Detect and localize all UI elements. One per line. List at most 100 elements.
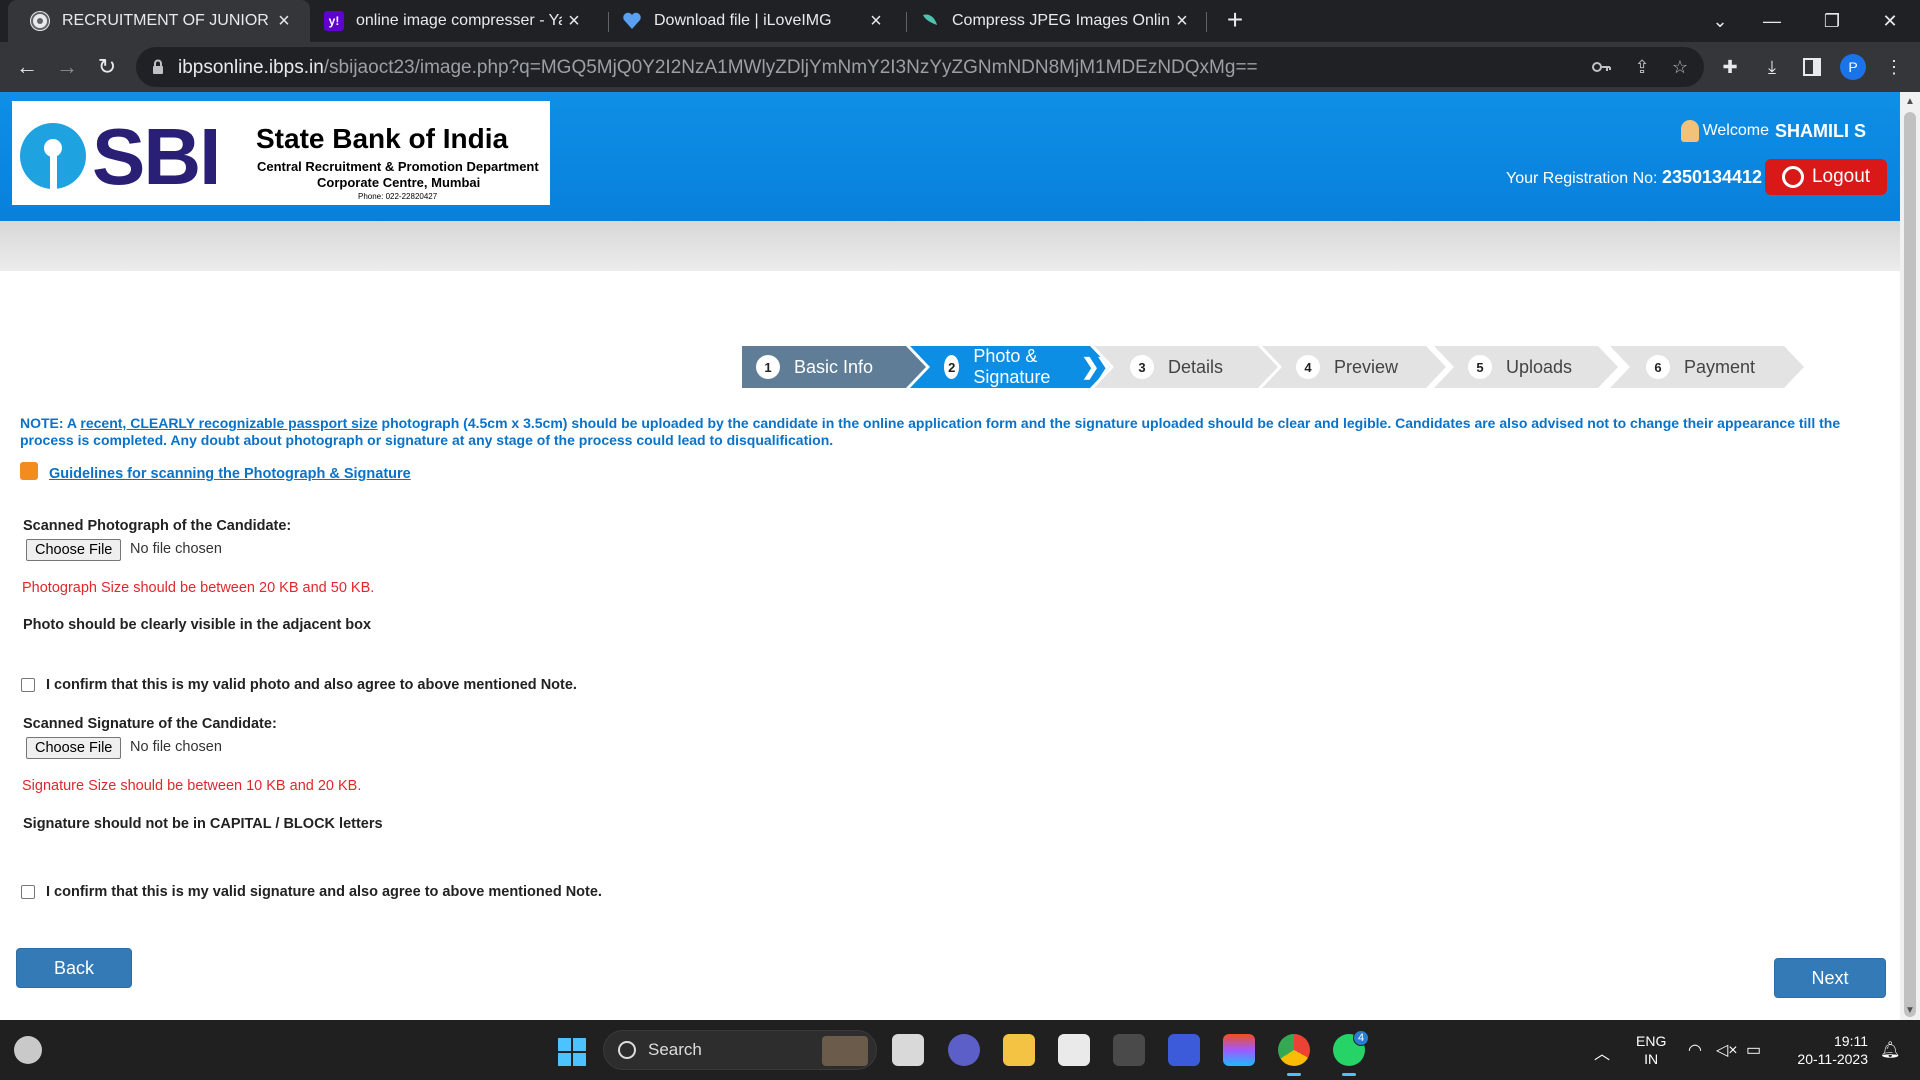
password-key-icon[interactable] xyxy=(1590,55,1614,79)
teams-chat-icon[interactable] xyxy=(948,1034,980,1066)
url-host: ibpsonline.ibps.in xyxy=(178,57,324,78)
tray-chevron-up-icon[interactable]: ︿ xyxy=(1594,1040,1610,1064)
search-placeholder: Search xyxy=(648,1040,702,1059)
site-header: SBI State Bank of India Central Recruitm… xyxy=(0,92,1900,221)
step-number: 5 xyxy=(1468,355,1492,379)
step-payment[interactable]: 6 Payment xyxy=(1610,346,1804,388)
user-name: SHAMILI S xyxy=(1774,120,1866,141)
registration-value: 2350134412 xyxy=(1661,167,1763,187)
tab-close-icon[interactable]: × xyxy=(864,10,888,33)
task-view-icon[interactable] xyxy=(892,1034,924,1066)
signature-confirm-checkbox[interactable] xyxy=(21,885,35,899)
office-line: Corporate Centre, Mumbai xyxy=(317,175,481,190)
step-details[interactable]: 3 Details xyxy=(1094,346,1278,388)
tab-search-chevron-icon[interactable]: ⌄ xyxy=(1690,0,1750,42)
app-m-icon[interactable] xyxy=(1168,1034,1200,1066)
photo-confirm-checkbox[interactable] xyxy=(21,678,35,692)
page-scrollbar[interactable]: ▲ ▼ xyxy=(1900,92,1920,1020)
tab-close-icon[interactable]: × xyxy=(562,10,586,33)
wifi-icon[interactable]: ◠ xyxy=(1688,1040,1702,1060)
close-window-icon[interactable]: ✕ xyxy=(1860,0,1920,42)
minimize-icon[interactable]: — xyxy=(1742,0,1802,42)
chrome-menu-icon[interactable]: ⋮ xyxy=(1882,55,1906,79)
browser-tab-compress-jpeg[interactable]: Compress JPEG Images Online × xyxy=(898,4,1208,38)
signature-confirm-label[interactable]: I confirm that this is my valid signatur… xyxy=(46,884,602,900)
app-cube-icon[interactable] xyxy=(1113,1034,1145,1066)
document-icon xyxy=(20,462,38,480)
yahoo-icon: y! xyxy=(324,11,344,31)
choose-signature-button[interactable]: Choose File xyxy=(26,737,122,759)
tab-title: RECRUITMENT OF JUNIOR ASSO xyxy=(62,12,272,29)
notification-bell-icon[interactable]: 🔔︎ xyxy=(1880,1040,1900,1060)
browser-tab-recruitment[interactable]: RECRUITMENT OF JUNIOR ASSO × xyxy=(8,0,310,42)
browser-tab-iloveimg[interactable]: Download file | iLoveIMG × xyxy=(600,4,902,38)
department-line: Central Recruitment & Promotion Departme… xyxy=(257,159,539,174)
system-clock[interactable]: 19:11 20-11-2023 xyxy=(1780,1032,1868,1068)
forward-arrow-icon[interactable]: → xyxy=(50,50,84,84)
address-bar[interactable]: ibpsonline.ibps.in/sbijaoct23/image.php?… xyxy=(136,47,1704,87)
search-highlight-image xyxy=(822,1036,868,1066)
signature-file-status: No file chosen xyxy=(130,739,222,755)
figma-icon[interactable] xyxy=(1223,1034,1255,1066)
taskbar-search[interactable]: Search xyxy=(603,1030,877,1070)
tab-title: Compress JPEG Images Online xyxy=(952,12,1170,29)
chrome-icon[interactable] xyxy=(1278,1034,1310,1076)
extensions-puzzle-icon[interactable]: ✚ xyxy=(1718,55,1742,79)
scroll-down-arrow-icon[interactable]: ▼ xyxy=(1905,1005,1915,1016)
scroll-up-arrow-icon[interactable]: ▲ xyxy=(1905,96,1915,107)
language-code: ENG xyxy=(1636,1033,1667,1049)
battery-icon[interactable]: ▭ xyxy=(1746,1040,1761,1060)
browser-tab-yahoo[interactable]: y! online image compresser - Yahoo × xyxy=(302,4,600,38)
tab-title: online image compresser - Yahoo xyxy=(356,12,562,29)
step-basic-info[interactable]: 1 Basic Info xyxy=(742,346,926,388)
sbi-logo-block[interactable]: SBI State Bank of India Central Recruitm… xyxy=(12,101,550,205)
reload-icon[interactable]: ↻ xyxy=(90,50,124,84)
clock-time: 19:11 xyxy=(1834,1033,1868,1049)
welcome-message: Welcome SHAMILI S xyxy=(1680,120,1866,142)
url-path: /sbijaoct23/image.php?q=MGQ5MjQ0Y2I2NzA1… xyxy=(323,57,1258,78)
next-button[interactable]: Next xyxy=(1774,958,1886,998)
step-label: Uploads xyxy=(1506,356,1573,377)
browser-tab-bar: RECRUITMENT OF JUNIOR ASSO × y! online i… xyxy=(0,0,1920,42)
step-preview[interactable]: 4 Preview xyxy=(1262,346,1446,388)
registration-number: Your Registration No: 2350134412 xyxy=(1506,167,1762,188)
windows-start-icon[interactable] xyxy=(558,1038,586,1066)
step-label: Photo & Signature xyxy=(973,346,1051,387)
photo-section-label: Scanned Photograph of the Candidate: xyxy=(23,518,292,534)
logout-button[interactable]: Logout xyxy=(1765,159,1887,195)
share-icon[interactable]: ⇪ xyxy=(1630,55,1654,79)
step-uploads[interactable]: 5 Uploads xyxy=(1434,346,1618,388)
choose-photo-button[interactable]: Choose File xyxy=(26,539,122,561)
profile-avatar[interactable]: P xyxy=(1840,54,1866,80)
photo-size-note: Photograph Size should be between 20 KB … xyxy=(22,580,375,596)
file-explorer-icon[interactable] xyxy=(1003,1034,1035,1066)
phone-number: Phone: 022-22820427 xyxy=(358,192,438,201)
tab-close-icon[interactable]: × xyxy=(1170,10,1194,33)
back-button[interactable]: Back xyxy=(16,948,132,988)
microsoft-store-icon[interactable] xyxy=(1058,1034,1090,1066)
bookmark-star-icon[interactable]: ☆ xyxy=(1668,55,1692,79)
weather-icon[interactable] xyxy=(14,1036,42,1064)
signature-section-label: Scanned Signature of the Candidate: xyxy=(23,716,277,732)
compress-jpeg-icon xyxy=(920,11,940,31)
side-panel-icon[interactable] xyxy=(1800,55,1824,79)
download-icon[interactable]: ⤓ xyxy=(1760,55,1784,79)
language-indicator[interactable]: ENG IN xyxy=(1636,1032,1666,1068)
volume-mute-icon[interactable]: ◁× xyxy=(1716,1040,1738,1060)
guidelines-link[interactable]: Guidelines for scanning the Photograph &… xyxy=(49,466,411,482)
whatsapp-badge: 4 xyxy=(1353,1030,1369,1046)
signature-size-note: Signature Size should be between 10 KB a… xyxy=(22,778,362,794)
signature-caps-note: Signature should not be in CAPITAL / BLO… xyxy=(23,816,383,832)
new-tab-button[interactable]: + xyxy=(1220,6,1250,36)
back-arrow-icon[interactable]: ← xyxy=(10,50,44,84)
clock-date: 20-11-2023 xyxy=(1797,1051,1868,1067)
lock-icon[interactable] xyxy=(148,57,168,77)
tab-close-icon[interactable]: × xyxy=(272,10,296,33)
scrollbar-thumb[interactable] xyxy=(1904,112,1916,1017)
step-photo-signature[interactable]: 2 Photo & Signature ❯❯ xyxy=(910,346,1110,388)
step-label: Payment xyxy=(1684,356,1756,377)
step-number: 6 xyxy=(1646,355,1670,379)
photo-confirm-label[interactable]: I confirm that this is my valid photo an… xyxy=(46,677,577,693)
restore-icon[interactable]: ❐ xyxy=(1802,0,1862,42)
instruction-note: NOTE: A recent, CLEARLY recognizable pas… xyxy=(20,415,1860,449)
